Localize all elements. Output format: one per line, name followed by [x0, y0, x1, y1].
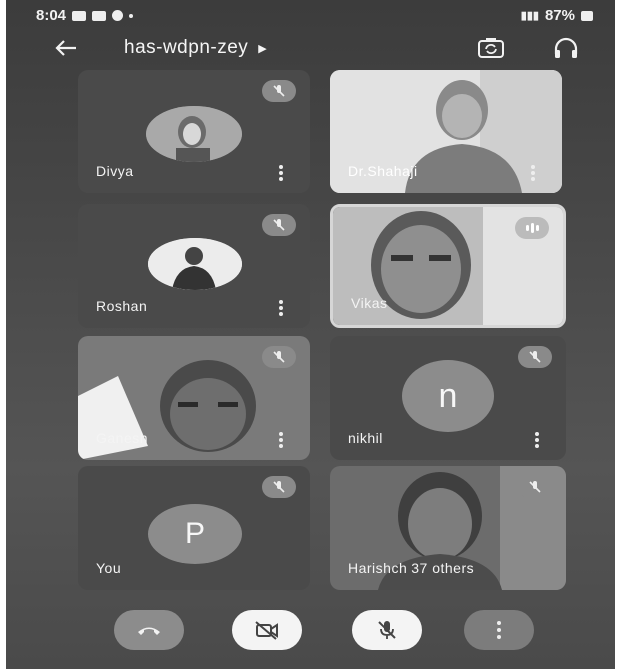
chevron-right-icon: ▶: [258, 42, 268, 55]
message-icon: [112, 10, 124, 21]
meeting-title-button[interactable]: has-wdpn-zey ▶: [124, 37, 267, 59]
participant-tile[interactable]: Harishch 37 others: [330, 466, 566, 590]
mic-off-icon: [273, 351, 285, 363]
mic-off-icon: [529, 351, 541, 363]
mic-muted-badge: [262, 476, 296, 498]
status-time: 8:04: [36, 7, 67, 24]
meeting-code: has-wdpn-zey: [124, 37, 249, 58]
participant-name: Vikas: [351, 295, 388, 311]
participant-name: You: [96, 560, 122, 576]
participant-tile[interactable]: Dr.Shahaji: [330, 70, 562, 193]
meeting-header: has-wdpn-zey ▶: [6, 28, 615, 68]
participant-name: Ganesh: [96, 430, 149, 446]
audio-output-button[interactable]: [551, 34, 581, 62]
participant-name: nikhil: [348, 430, 383, 446]
notification-icon: [92, 10, 107, 21]
switch-camera-icon: [478, 38, 504, 58]
mic-off-icon: [273, 85, 285, 97]
mic-muted-badge: [518, 476, 552, 498]
participant-tile[interactable]: P You: [78, 466, 310, 590]
avatar: n: [402, 360, 494, 432]
battery-percent: 87%: [544, 7, 575, 24]
camera-toggle-button[interactable]: [232, 610, 302, 650]
more-vert-icon[interactable]: [530, 165, 536, 181]
camera-off-icon: [255, 621, 278, 640]
avatar: [146, 106, 242, 162]
mic-off-icon: [273, 219, 285, 231]
call-controls: [6, 598, 615, 658]
mic-toggle-button[interactable]: [352, 610, 422, 650]
profile-photo: [146, 106, 242, 162]
more-vert-icon[interactable]: [534, 432, 540, 448]
participant-tile[interactable]: Roshan: [78, 204, 310, 328]
audio-level-icon: [526, 223, 539, 233]
end-call-icon: [138, 627, 160, 635]
end-call-button[interactable]: [114, 610, 184, 650]
others-count: 37 others: [411, 560, 475, 576]
more-options-button[interactable]: [464, 610, 534, 650]
participant-name: Divya: [96, 163, 134, 179]
arrow-left-icon: [55, 40, 76, 56]
participant-tile[interactable]: Ganesh: [78, 336, 310, 460]
mic-muted-badge: [262, 346, 296, 368]
speaking-indicator: [515, 217, 549, 239]
participant-tile[interactable]: Vikas: [330, 204, 566, 328]
mic-muted-badge: [262, 214, 296, 236]
meet-screen: 8:04 ▮▮▮ 87% has-wdpn-zey ▶ Divya Dr.Sha…: [6, 0, 615, 669]
participant-name: Dr.Shahaji: [348, 163, 418, 179]
profile-photo: [148, 238, 242, 290]
battery-icon: [581, 10, 593, 21]
more-vert-icon: [497, 621, 501, 639]
more-vert-icon[interactable]: [278, 165, 284, 181]
avatar: [148, 238, 242, 290]
more-vert-icon[interactable]: [278, 432, 284, 448]
back-button[interactable]: [50, 32, 82, 64]
signal-icon: ▮▮▮: [520, 10, 539, 22]
participant-tile[interactable]: n nikhil: [330, 336, 566, 460]
participant-tile[interactable]: Divya: [78, 70, 310, 193]
avatar: P: [148, 504, 242, 564]
mic-muted-badge: [262, 80, 296, 102]
mic-off-icon: [273, 481, 285, 493]
avatar-initial: n: [438, 376, 458, 415]
mic-off-icon: [378, 621, 396, 639]
avatar-initial: P: [184, 517, 205, 550]
participant-name: Roshan: [96, 298, 148, 314]
mic-muted-badge: [518, 346, 552, 368]
headset-icon: [554, 37, 578, 58]
more-vert-icon[interactable]: [278, 300, 284, 316]
status-bar: 8:04 ▮▮▮ 87%: [6, 0, 615, 30]
participant-name: Harishch: [348, 560, 408, 576]
dot-icon: [129, 13, 134, 18]
cloud-icon: [72, 10, 87, 21]
switch-camera-button[interactable]: [476, 34, 506, 62]
mic-off-icon: [529, 481, 541, 493]
